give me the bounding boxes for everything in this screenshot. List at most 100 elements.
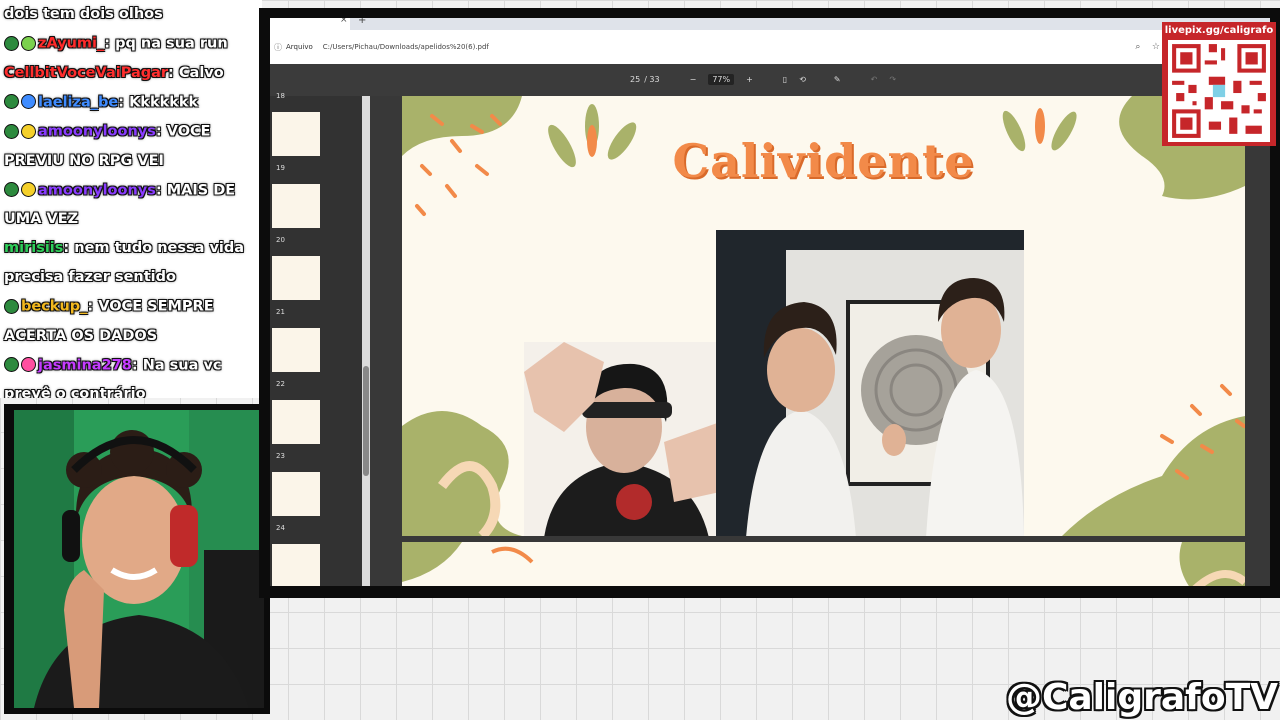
browser-window: × + ⓘ Arquivo C:/Users/Pichau/Downloads/…: [270, 18, 1270, 586]
badge-icon: [21, 357, 36, 372]
pdf-next-page: [402, 542, 1245, 586]
thumbnail-page-number: 22: [276, 380, 285, 388]
chat-panel: dois tem dois olhos zAyumi_: pq na sua ru…: [0, 0, 262, 398]
chat-message: ACERTA OS DADOS: [0, 322, 262, 351]
channel-handle: @CaligrafoTV: [1005, 677, 1278, 718]
chat-text: precisa fazer sentido: [4, 269, 176, 285]
user-badges: [4, 176, 38, 205]
user-badges: [4, 351, 38, 380]
chat-message: amoonyloonys: MAIS DE: [0, 176, 262, 206]
chat-text: : pq na sua run: [104, 35, 228, 52]
pdf-toolbar: 25 / 33 − 77% + ▯ ⟲ ✎ ↶ ↷: [270, 64, 1270, 96]
user-badges: [4, 29, 38, 58]
thumbnail-page-number: 23: [276, 452, 285, 460]
thumbnail-page-number: 24: [276, 524, 285, 532]
zoom-in-button[interactable]: +: [746, 75, 753, 84]
chat-message: laeliza_be: Kkkkkkk: [0, 88, 262, 118]
chat-text: : MAIS DE: [155, 182, 236, 198]
thumbnail-page-number: 21: [276, 308, 285, 316]
chat-text: prevê o contrário: [4, 386, 146, 398]
chat-username[interactable]: amoonyloonys: [38, 182, 156, 198]
draw-icon[interactable]: ✎: [834, 75, 841, 84]
webcam-feed: [14, 410, 264, 708]
chat-message: beckup_: VOCE SEMPRE: [0, 292, 262, 322]
chat-text: ACERTA OS DADOS: [4, 327, 158, 344]
chat-text: : Kkkkkkk: [118, 94, 199, 110]
page-thumbnail[interactable]: [272, 328, 320, 372]
user-badges: [4, 117, 38, 146]
user-badges: [4, 88, 38, 117]
page-number-input[interactable]: 25: [630, 75, 640, 84]
chat-username[interactable]: jasmina278: [38, 357, 132, 373]
qr-url-text: livepix.gg/caligrafo: [1164, 25, 1274, 36]
page-thumbnail[interactable]: [272, 184, 320, 228]
chat-text: PREVIU NO RPG VEI: [4, 152, 164, 169]
scrollbar-handle[interactable]: [363, 366, 369, 476]
thumbnail-page-number: 19: [276, 164, 285, 172]
chat-message: UMA VEZ: [0, 205, 262, 234]
pdf-viewer[interactable]: Calividente: [370, 96, 1270, 586]
badge-icon: [4, 357, 19, 372]
chat-message: CellbitVoceVaiPagar: Calvo: [0, 59, 262, 88]
chat-username[interactable]: CellbitVoceVaiPagar: [4, 65, 168, 81]
thumbnail-page-number: 20: [276, 236, 285, 244]
slide-title: Calividente: [672, 134, 975, 188]
badge-icon: [21, 123, 36, 139]
address-label: Arquivo: [286, 43, 313, 51]
chat-message: precisa fazer sentido: [0, 263, 262, 292]
undo-icon[interactable]: ↶: [871, 75, 878, 84]
chat-text: : Calvo: [168, 64, 224, 81]
chat-text: UMA VEZ: [4, 211, 79, 227]
page-thumbnail[interactable]: [272, 400, 320, 444]
chat-username[interactable]: mirisiis: [4, 240, 63, 256]
badge-icon: [4, 35, 19, 51]
page-thumbnail[interactable]: [272, 544, 320, 586]
badge-icon: [21, 182, 36, 197]
fit-page-icon[interactable]: ▯: [783, 75, 787, 84]
address-bar[interactable]: ⓘ Arquivo C:/Users/Pichau/Downloads/apel…: [270, 30, 1270, 64]
address-tools: ⌕ ☆: [1135, 42, 1160, 52]
chat-message: jasmina278: Na sua vc: [0, 351, 262, 381]
badge-icon: [4, 94, 19, 109]
bookmark-star-icon[interactable]: ☆: [1152, 42, 1160, 52]
badge-icon: [4, 298, 19, 314]
qr-code: [1168, 40, 1270, 142]
page-thumbnail[interactable]: [272, 112, 320, 156]
chat-text: : VOCE SEMPRE: [87, 298, 214, 315]
qr-donation-panel: livepix.gg/caligrafo: [1162, 22, 1276, 146]
tab-bar: × +: [270, 18, 1270, 30]
active-tab[interactable]: [270, 18, 350, 30]
zoom-level-input[interactable]: 77%: [708, 74, 735, 85]
badge-icon: [4, 123, 19, 139]
webcam-frame: [4, 404, 270, 714]
redo-icon[interactable]: ↷: [889, 75, 896, 84]
page-thumbnail[interactable]: [272, 472, 320, 516]
zoom-page-icon[interactable]: ⌕: [1135, 42, 1140, 52]
thumbnail-sidebar: 18 19 20 21 22 23 24: [270, 92, 362, 586]
photo-boy-hands: [524, 342, 720, 536]
chat-username[interactable]: laeliza_be: [38, 94, 118, 110]
close-tab-icon[interactable]: ×: [340, 18, 348, 25]
badge-icon: [21, 94, 36, 109]
chat-username[interactable]: zAyumi_: [38, 36, 104, 52]
chat-message: dois tem dois olhos: [0, 0, 262, 29]
chat-text: : Na sua vc: [131, 357, 222, 373]
chat-message: zAyumi_: pq na sua run: [0, 29, 262, 59]
chat-message: mirisiis: nem tudo nessa vida: [0, 234, 262, 263]
chat-text: : VOCE: [155, 123, 211, 140]
chat-username[interactable]: beckup_: [21, 299, 87, 315]
rotate-icon[interactable]: ⟲: [799, 75, 806, 84]
chat-username[interactable]: amoonyloonys: [38, 124, 156, 140]
chat-message: amoonyloonys: VOCE: [0, 117, 262, 147]
page-thumbnail[interactable]: [272, 256, 320, 300]
chat-message: PREVIU NO RPG VEI: [0, 147, 262, 176]
url-text[interactable]: C:/Users/Pichau/Downloads/apelidos%20(6)…: [323, 43, 489, 51]
info-icon[interactable]: ⓘ: [274, 42, 282, 53]
sidebar-scrollbar[interactable]: [362, 96, 370, 586]
chat-message: prevê o contrário: [0, 380, 262, 398]
new-tab-icon[interactable]: +: [358, 18, 366, 26]
photo-two-boys-painting: [716, 230, 1024, 536]
pdf-page: Calividente: [402, 96, 1245, 536]
thumbnail-page-number: 18: [276, 92, 285, 100]
zoom-out-button[interactable]: −: [690, 75, 697, 84]
